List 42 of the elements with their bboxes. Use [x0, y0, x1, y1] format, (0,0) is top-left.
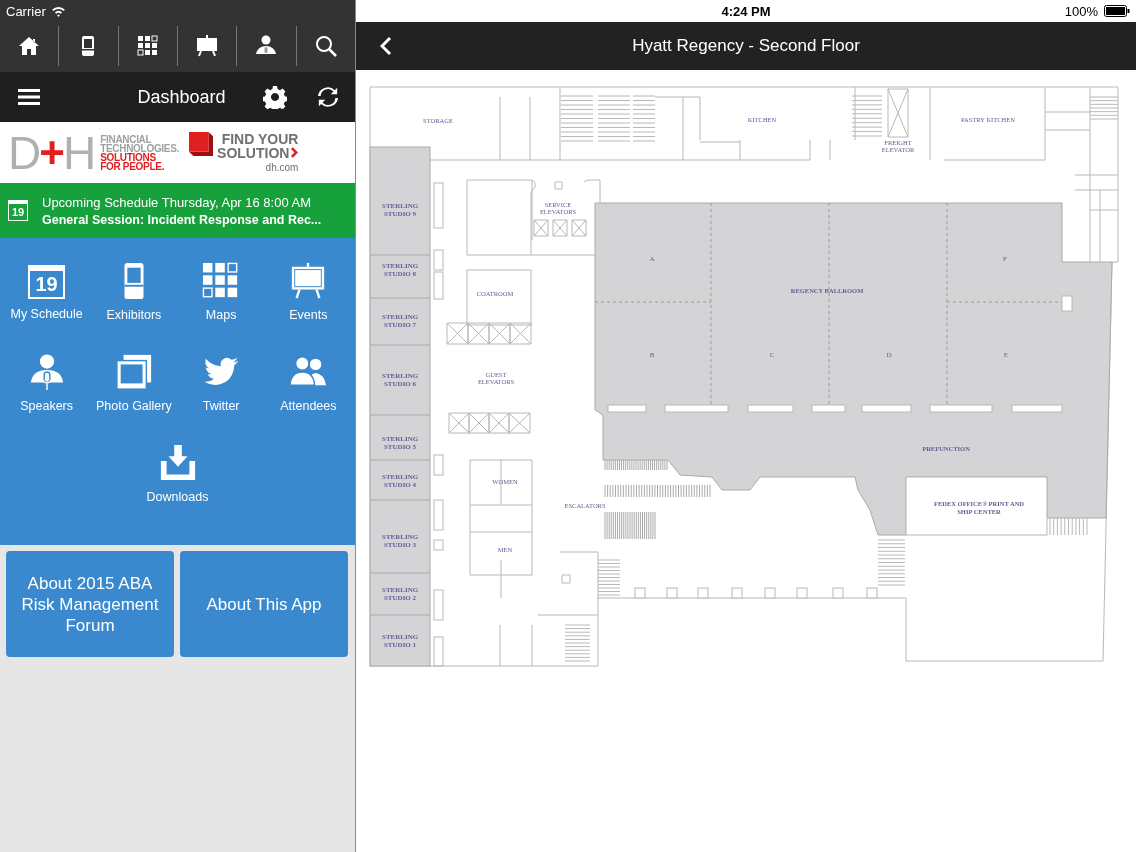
- carrier-text: Carrier: [6, 3, 46, 19]
- ad-headline: FIND YOUR: [221, 131, 299, 146]
- ad-logo: D+H: [8, 129, 95, 176]
- dashboard-tile[interactable]: Photo Gallery: [90, 353, 177, 437]
- dashboard-tile[interactable]: Exhibitors: [90, 262, 177, 346]
- ad-tagline: TECHNOLOGIES.: [100, 143, 180, 153]
- dashboard-tile[interactable]: Twitter: [178, 353, 265, 437]
- ad-tagline: FINANCIAL: [100, 134, 152, 144]
- dashboard-tile[interactable]: 19 My Schedule: [3, 262, 90, 346]
- ad-url: dh.com: [265, 161, 299, 174]
- dashboard-tile[interactable]: Events: [265, 262, 352, 346]
- info-button[interactable]: About This App: [180, 551, 348, 657]
- session-title: General Session: Incident Response and Rec...: [42, 212, 322, 227]
- settings-icon[interactable]: [263, 85, 287, 109]
- refresh-icon[interactable]: [317, 86, 339, 108]
- dashboard-tile[interactable]: Attendees: [265, 353, 352, 437]
- info-button[interactable]: About 2015 ABA Risk Management Forum: [6, 551, 174, 657]
- dashboard-title: Dashboard: [136, 86, 227, 108]
- menu-icon[interactable]: [18, 89, 40, 105]
- upcoming-banner[interactable]: 19 Upcoming Schedule Thursday, Apr 16 8:00 AM General Session: Incident Response and Rec...: [0, 183, 355, 238]
- upcoming-heading: Upcoming Schedule Thursday, Apr 16 8:00 AM: [42, 194, 313, 210]
- calendar-icon: 19: [28, 265, 66, 299]
- dashboard-tile[interactable]: Maps: [178, 262, 265, 346]
- ad-slogan: FOR PEOPLE.: [100, 161, 166, 171]
- clock-text: 4:24 PM: [721, 3, 771, 19]
- dashboard-tile[interactable]: Downloads: [134, 444, 221, 528]
- search-icon: [313, 34, 338, 58]
- wifi-icon: [50, 5, 66, 17]
- cube-icon: [189, 132, 214, 156]
- map-title: Hyatt Regency - Second Floor: [632, 36, 860, 56]
- calendar-icon: 19: [8, 200, 28, 221]
- dashboard-tile[interactable]: Speakers: [3, 353, 90, 437]
- back-icon[interactable]: [380, 36, 392, 56]
- chevron-icon: [291, 147, 299, 158]
- grid-icon: [135, 34, 160, 58]
- ad-slogan: SOLUTIONS: [100, 152, 156, 162]
- photos-icon: [114, 353, 153, 391]
- battery-text: 100%: [1064, 3, 1098, 19]
- battery-icon: [1104, 5, 1130, 17]
- download-icon: [158, 444, 197, 482]
- easel-icon: [195, 34, 220, 58]
- ad-headline: SOLUTION: [217, 145, 290, 160]
